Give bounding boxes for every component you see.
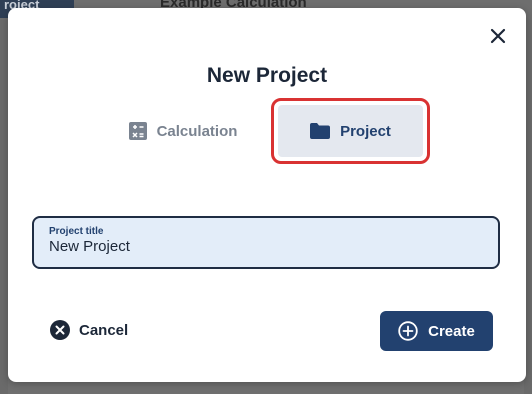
create-button[interactable]: Create: [380, 311, 493, 351]
type-option-calculation[interactable]: Calculation: [118, 118, 248, 144]
type-option-label: Calculation: [156, 122, 238, 140]
dialog-title: New Project: [206, 64, 328, 87]
close-button[interactable]: [490, 28, 506, 44]
calculator-icon: [128, 122, 147, 140]
background-overlay-left: [0, 20, 8, 394]
type-option-label: Project: [340, 122, 391, 140]
type-option-project-selected-bg: Project: [278, 105, 423, 157]
close-icon: [490, 28, 506, 44]
cancel-label: Cancel: [79, 321, 129, 339]
folder-icon: [310, 123, 331, 139]
type-option-project[interactable]: Project: [271, 98, 430, 164]
cancel-button[interactable]: Cancel: [50, 320, 128, 340]
project-title-input[interactable]: [49, 238, 479, 255]
project-title-field[interactable]: Project title: [32, 216, 500, 269]
create-label: Create: [428, 322, 475, 340]
new-project-dialog: New Project Calculation Project Project …: [8, 8, 526, 382]
project-title-label: Project title: [49, 226, 104, 237]
plus-circle-icon: [398, 321, 418, 341]
cancel-icon: [50, 320, 70, 340]
